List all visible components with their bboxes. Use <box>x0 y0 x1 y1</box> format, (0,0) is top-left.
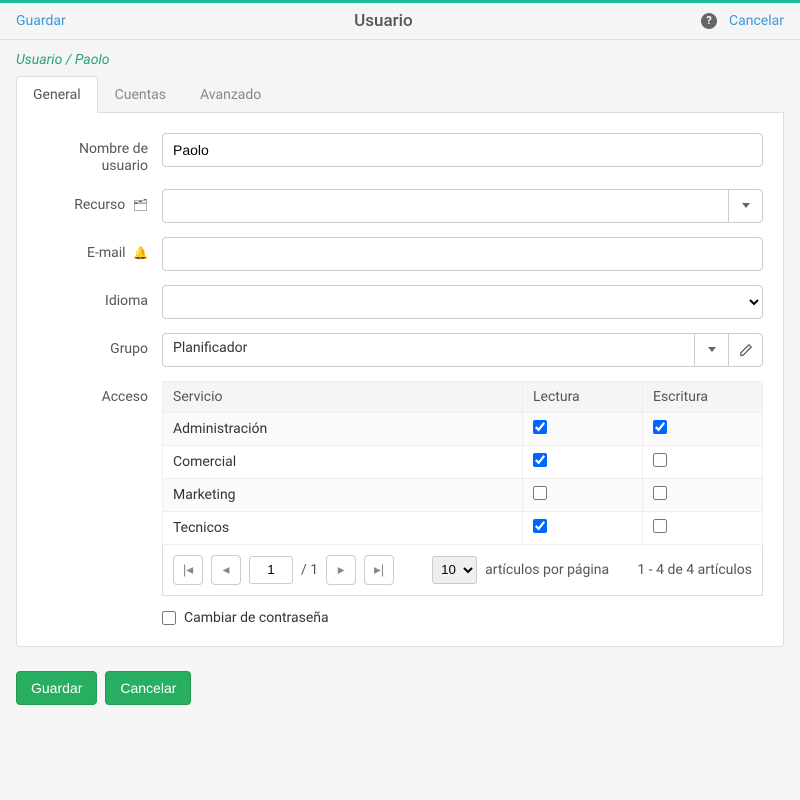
service-cell: Comercial <box>163 445 523 478</box>
col-lectura[interactable]: Lectura <box>523 381 643 412</box>
header: Guardar Usuario ? Cancelar <box>0 3 800 40</box>
read-cell <box>523 478 643 511</box>
read-cell <box>523 445 643 478</box>
read-checkbox[interactable] <box>533 420 547 434</box>
write-cell <box>643 511 763 544</box>
grupo-input[interactable]: Planificador <box>162 333 695 367</box>
header-cancel-link[interactable]: Cancelar <box>729 13 784 29</box>
write-checkbox[interactable] <box>653 519 667 533</box>
grupo-label: Grupo <box>37 333 162 358</box>
pager-page-input[interactable] <box>249 556 293 584</box>
read-cell <box>523 412 643 445</box>
tab-avanzado[interactable]: Avanzado <box>183 76 278 113</box>
write-cell <box>643 412 763 445</box>
table-row[interactable]: Tecnicos <box>163 511 763 544</box>
col-escritura[interactable]: Escritura <box>643 381 763 412</box>
idioma-label: Idioma <box>37 285 162 310</box>
email-input[interactable] <box>162 237 763 271</box>
pager: |◂ ◂ / 1 ▸ ▸| 10 artículos por página 1 … <box>162 545 763 596</box>
change-password-checkbox[interactable] <box>162 611 176 625</box>
pager-size-select[interactable]: 10 <box>432 556 477 584</box>
read-checkbox[interactable] <box>533 486 547 500</box>
resource-icon: 🗂 <box>133 198 148 212</box>
cancel-button[interactable]: Cancelar <box>105 671 191 705</box>
read-checkbox[interactable] <box>533 519 547 533</box>
pager-last-button[interactable]: ▸| <box>364 555 394 585</box>
recurso-input[interactable] <box>162 189 729 223</box>
access-table: Servicio Lectura Escritura Administració… <box>162 381 763 545</box>
table-row[interactable]: Marketing <box>163 478 763 511</box>
idioma-select[interactable] <box>162 285 763 319</box>
email-label: E-mail 🔔 <box>37 237 162 262</box>
pager-per-page-label: artículos por página <box>485 562 609 578</box>
recurso-dropdown-button[interactable] <box>729 189 763 223</box>
write-checkbox[interactable] <box>653 453 667 467</box>
breadcrumb: Usuario / Paolo <box>0 40 800 76</box>
write-checkbox[interactable] <box>653 486 667 500</box>
service-cell: Administración <box>163 412 523 445</box>
pager-total-pages: / 1 <box>301 562 318 578</box>
save-button[interactable]: Guardar <box>16 671 97 705</box>
tab-general[interactable]: General <box>16 76 98 113</box>
write-checkbox[interactable] <box>653 420 667 434</box>
table-row[interactable]: Administración <box>163 412 763 445</box>
recurso-label: Recurso 🗂 <box>37 189 162 214</box>
tab-bar: General Cuentas Avanzado <box>16 76 784 113</box>
tab-cuentas[interactable]: Cuentas <box>98 76 183 113</box>
read-checkbox[interactable] <box>533 453 547 467</box>
write-cell <box>643 445 763 478</box>
header-save-link[interactable]: Guardar <box>16 13 66 29</box>
bell-icon: 🔔 <box>133 246 148 260</box>
footer-buttons: Guardar Cancelar <box>0 647 800 729</box>
service-cell: Tecnicos <box>163 511 523 544</box>
page-title: Usuario <box>66 11 701 31</box>
help-icon[interactable]: ? <box>701 13 717 29</box>
write-cell <box>643 478 763 511</box>
pager-first-button[interactable]: |◂ <box>173 555 203 585</box>
chevron-down-icon <box>708 347 716 352</box>
pager-range-label: 1 - 4 de 4 artículos <box>637 562 752 578</box>
pencil-icon <box>739 343 753 357</box>
username-input[interactable] <box>162 133 763 167</box>
read-cell <box>523 511 643 544</box>
acceso-label: Acceso <box>37 381 162 406</box>
table-row[interactable]: Comercial <box>163 445 763 478</box>
username-label: Nombre de usuario <box>37 133 162 175</box>
chevron-down-icon <box>742 203 750 208</box>
grupo-dropdown-button[interactable] <box>695 333 729 367</box>
pager-prev-button[interactable]: ◂ <box>211 555 241 585</box>
col-servicio[interactable]: Servicio <box>163 381 523 412</box>
service-cell: Marketing <box>163 478 523 511</box>
pager-next-button[interactable]: ▸ <box>326 555 356 585</box>
grupo-edit-button[interactable] <box>729 333 763 367</box>
change-password-label: Cambiar de contraseña <box>184 610 329 626</box>
tab-panel-general: Nombre de usuario Recurso 🗂 E-mail 🔔 <box>16 113 784 647</box>
